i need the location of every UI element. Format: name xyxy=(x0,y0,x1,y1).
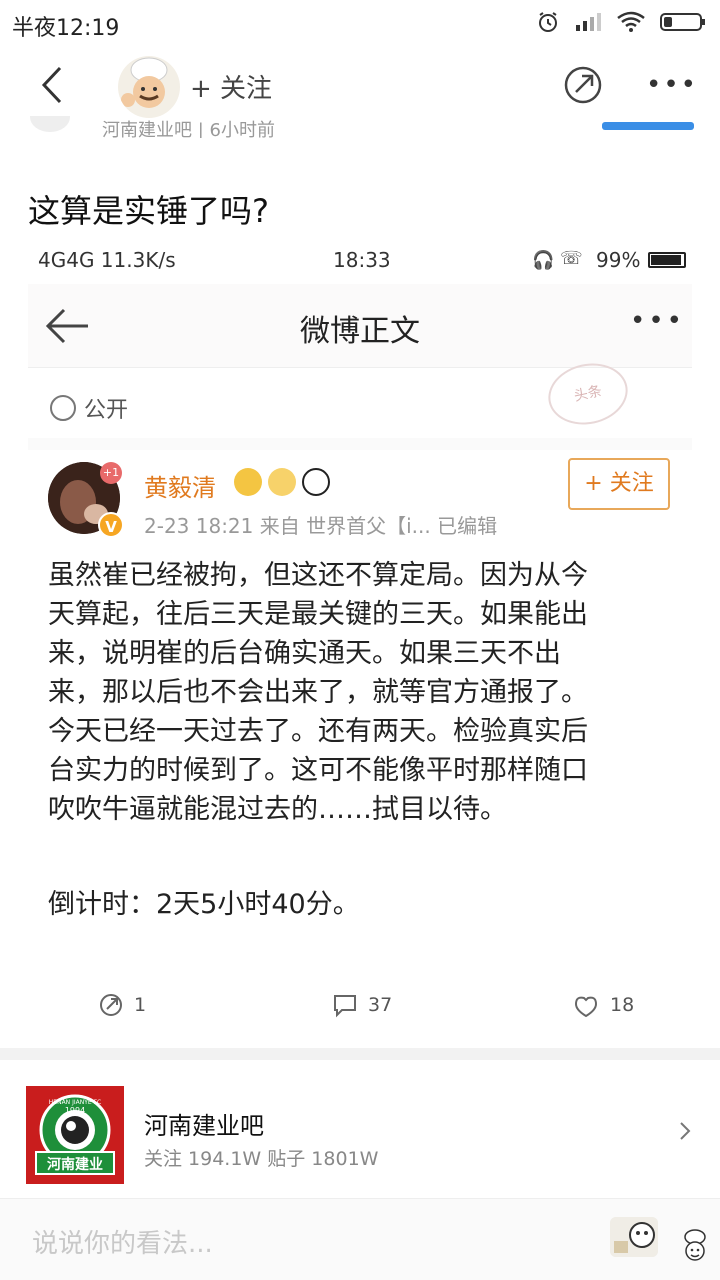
repost-action: 1 xyxy=(98,992,146,1018)
follow-bar[interactable] xyxy=(602,122,694,130)
embedded-network: 4G4G 11.3K/s xyxy=(38,248,176,272)
honor-icon xyxy=(268,468,296,496)
logo-top-text: HENAN JIANYE FC xyxy=(49,1099,101,1106)
embedded-screenshot: 4G4G 11.3K/s 18:33 🎧 ☏ 99% 微博正文 ••• 公开 头… xyxy=(28,236,692,1036)
author-forum: 河南建业吧 xyxy=(102,120,192,138)
status-icons xyxy=(536,10,706,34)
status-bar: 半夜12:19 xyxy=(0,0,720,48)
forum-stats: 关注 194.1W 贴子 1801W xyxy=(144,1148,379,1170)
body-line: 虽然崔已经被拘，但这还不算定局。因为从今 xyxy=(48,560,588,591)
embedded-time: 18:33 xyxy=(333,248,391,272)
author-avatar xyxy=(30,116,70,132)
embedded-nav: 微博正文 ••• xyxy=(28,284,692,368)
comment-input[interactable]: 说说你的看法... xyxy=(32,1223,213,1260)
like-count: 18 xyxy=(610,994,635,1016)
scrolled-author-row: 河南建业吧 | 6小时前 xyxy=(0,116,720,138)
chef-icon[interactable] xyxy=(680,1229,710,1265)
body-line: 来，那以后也不会出来了，就等官方通报了。 xyxy=(48,677,588,708)
emoji-sticker-icon[interactable] xyxy=(610,1217,658,1257)
embedded-follow-button: + 关注 xyxy=(568,458,670,510)
embedded-battery-text: 99% xyxy=(596,248,641,272)
body-line: 台实力的时候到了。这可不能像平时那样随口 xyxy=(48,755,588,786)
weibo-action-bar: 1 37 18 xyxy=(28,992,692,1032)
body-line: 来，说明崔的后台确实通天。如果三天不出 xyxy=(48,638,561,669)
logo-bottom-text: 河南建业 xyxy=(47,1156,103,1173)
follow-button[interactable]: + 关注 xyxy=(190,68,272,105)
signal-icon xyxy=(576,13,601,31)
forum-logo: 1994 HENAN JIANYE FC 河南建业 xyxy=(26,1086,124,1184)
body-line: 今天已经一天过去了。还有两天。检验真实后 xyxy=(48,716,588,747)
post-title: 这算是实锤了吗? xyxy=(28,192,269,230)
crown-icon xyxy=(234,468,262,496)
embedded-status-bar: 4G4G 11.3K/s 18:33 🎧 ☏ 99% xyxy=(28,236,692,284)
status-time: 半夜12:19 xyxy=(12,16,120,41)
hd-call-icon: ☏ xyxy=(560,248,583,269)
verified-badge-icon: V xyxy=(98,512,124,538)
globe-icon xyxy=(50,395,76,421)
repost-count: 1 xyxy=(134,994,147,1016)
user-badges xyxy=(234,468,330,496)
comment-count: 37 xyxy=(368,994,393,1016)
like-icon xyxy=(574,996,598,1018)
embedded-battery-icon xyxy=(648,252,686,268)
panda-icon xyxy=(302,468,330,496)
comment-action: 37 xyxy=(332,992,392,1018)
visibility-text: 公开 xyxy=(84,398,129,423)
chevron-right-icon[interactable] xyxy=(678,1120,692,1142)
alarm-icon xyxy=(539,12,557,32)
post-meta: 2-23 18:21 来自 世界首父【i... 已编辑 xyxy=(144,514,498,538)
back-icon[interactable] xyxy=(34,62,74,108)
comment-icon xyxy=(334,995,356,1018)
battery-icon xyxy=(660,13,705,31)
top-nav: + 关注 ••• xyxy=(0,48,720,124)
logo-year: 1994 xyxy=(65,1106,85,1115)
embedded-more-icon: ••• xyxy=(630,306,686,336)
repost-icon xyxy=(100,994,122,1016)
section-divider xyxy=(0,1048,720,1060)
avatar-badge: +1 xyxy=(100,462,122,484)
comment-bar: 说说你的看法... xyxy=(0,1198,720,1280)
body-line: 吹吹牛逼就能混过去的……拭目以待。 xyxy=(48,794,507,825)
embedded-title: 微博正文 xyxy=(300,314,420,349)
divider xyxy=(28,438,692,450)
forum-card[interactable]: 1994 HENAN JIANYE FC 河南建业 河南建业吧 关注 194.1… xyxy=(0,1060,720,1196)
body-line: 天算起，往后三天是最关键的三天。如果能出 xyxy=(48,599,588,630)
like-action: 18 xyxy=(572,992,634,1018)
headset-icon: 🎧 xyxy=(532,250,555,271)
countdown-text: 倒计时：2天5小时40分。 xyxy=(48,889,360,920)
wifi-icon xyxy=(617,11,645,32)
weibo-user-name: 黄毅清 xyxy=(144,474,216,502)
post-time: 6小时前 xyxy=(209,120,275,138)
weibo-body: 虽然崔已经被拘，但这还不算定局。因为从今 天算起，往后三天是最关键的三天。如果能… xyxy=(48,556,688,829)
share-icon[interactable] xyxy=(562,64,604,106)
forum-name[interactable]: 河南建业吧 xyxy=(144,1106,264,1141)
more-icon[interactable]: ••• xyxy=(646,72,698,98)
visibility-label: 公开 xyxy=(50,392,128,424)
chef-avatar[interactable] xyxy=(118,56,180,118)
